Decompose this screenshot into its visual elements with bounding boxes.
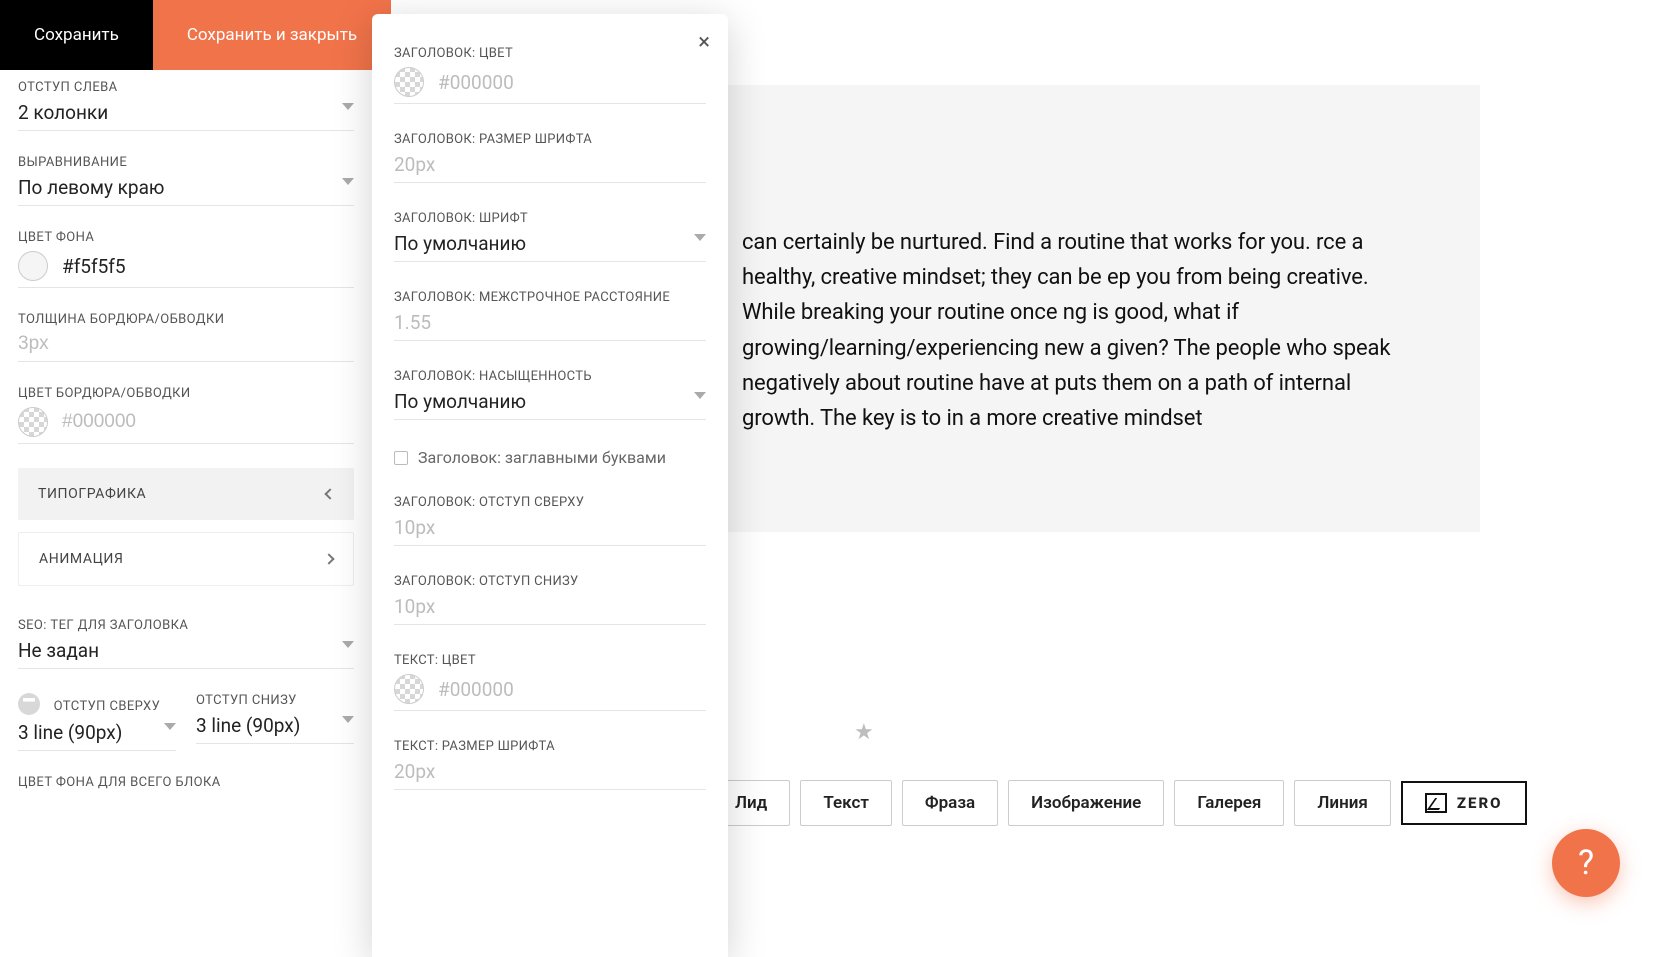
- text-color-input[interactable]: #000000: [394, 674, 706, 711]
- chevron-down-icon: [694, 392, 706, 399]
- chevron-down-icon: [342, 716, 354, 723]
- text-size-placeholder: 20px: [394, 760, 706, 783]
- title-font-label: ЗАГОЛОВОК: ШРИФТ: [394, 211, 706, 226]
- title-mb-input[interactable]: 10px: [394, 595, 706, 625]
- border-color-field[interactable]: [62, 411, 354, 433]
- title-color-label: ЗАГОЛОВОК: ЦВЕТ: [394, 46, 706, 61]
- seo-tag-label: SEO: ТЕГ ДЛЯ ЗАГОЛОВКА: [18, 618, 354, 633]
- title-mt-input[interactable]: 10px: [394, 516, 706, 546]
- add-zero-button[interactable]: ZERO: [1401, 781, 1527, 825]
- title-mt-label: ЗАГОЛОВОК: ОТСТУП СВЕРХУ: [394, 495, 706, 510]
- star-icon[interactable]: ★: [854, 720, 874, 745]
- element-toolbar: Лид Текст Фраза Изображение Галерея Лини…: [712, 780, 1527, 826]
- chevron-down-icon: [694, 234, 706, 241]
- border-color-input[interactable]: [18, 407, 354, 444]
- title-lh-input[interactable]: 1.55: [394, 311, 706, 341]
- text-color-label: ТЕКСТ: ЦВЕТ: [394, 653, 706, 668]
- border-width-field[interactable]: [18, 333, 354, 355]
- settings-sidebar: ОТСТУП СЛЕВА 2 колонки ВЫРАВНИВАНИЕ По л…: [0, 0, 372, 957]
- indent-left-label: ОТСТУП СЛЕВА: [18, 80, 354, 95]
- title-uppercase-checkbox[interactable]: Заголовок: заглавными буквами: [394, 448, 706, 467]
- title-size-label: ЗАГОЛОВОК: РАЗМЕР ШРИФТА: [394, 132, 706, 147]
- zero-label: ZERO: [1457, 794, 1503, 812]
- block-bg-label: ЦВЕТ ФОНА ДЛЯ ВСЕГО БЛОКА: [18, 775, 354, 790]
- indent-left-select[interactable]: 2 колонки: [18, 101, 354, 131]
- title-color-swatch-icon[interactable]: [394, 67, 424, 97]
- accordion-typography[interactable]: ТИПОГРАФИКА: [18, 468, 354, 520]
- help-button[interactable]: ?: [1552, 829, 1620, 897]
- add-phrase-button[interactable]: Фраза: [902, 780, 998, 826]
- padding-top-icon: [18, 693, 40, 715]
- title-size-placeholder: 20px: [394, 153, 706, 176]
- bg-color-swatch-icon[interactable]: [18, 251, 48, 281]
- title-color-placeholder: #000000: [438, 71, 706, 94]
- text-color-placeholder: #000000: [438, 678, 706, 701]
- title-mb-placeholder: 10px: [394, 595, 706, 618]
- text-size-input[interactable]: 20px: [394, 760, 706, 790]
- text-size-label: ТЕКСТ: РАЗМЕР ШРИФТА: [394, 739, 706, 754]
- title-size-input[interactable]: 20px: [394, 153, 706, 183]
- save-button[interactable]: Сохранить: [0, 0, 153, 70]
- align-select[interactable]: По левому краю: [18, 176, 354, 206]
- pad-bottom-select[interactable]: 3 line (90px): [196, 714, 354, 744]
- text-color-swatch-icon[interactable]: [394, 674, 424, 704]
- border-color-label: ЦВЕТ БОРДЮРА/ОБВОДКИ: [18, 386, 354, 401]
- add-text-button[interactable]: Текст: [800, 780, 892, 826]
- title-lh-label: ЗАГОЛОВОК: МЕЖСТРОЧНОЕ РАССТОЯНИЕ: [394, 290, 706, 305]
- add-image-button[interactable]: Изображение: [1008, 780, 1164, 826]
- accordion-animation[interactable]: АНИМАЦИЯ: [18, 532, 354, 586]
- chevron-down-icon: [164, 723, 176, 730]
- pad-top-label: ОТСТУП СВЕРХУ: [18, 693, 176, 715]
- zero-icon: [1425, 793, 1447, 813]
- title-uppercase-label: Заголовок: заглавными буквами: [418, 448, 666, 467]
- add-gallery-button[interactable]: Галерея: [1174, 780, 1284, 826]
- checkbox-icon: [394, 451, 408, 465]
- pad-bottom-label: ОТСТУП СНИЗУ: [196, 693, 354, 708]
- pad-bottom-value: 3 line (90px): [196, 714, 354, 737]
- accordion-typography-title: ТИПОГРАФИКА: [38, 486, 146, 502]
- seo-tag-value: Не задан: [18, 639, 354, 662]
- title-mt-placeholder: 10px: [394, 516, 706, 539]
- title-lh-placeholder: 1.55: [394, 311, 706, 334]
- border-width-label: ТОЛЩИНА БОРДЮРА/ОБВОДКИ: [18, 312, 354, 327]
- bg-color-input[interactable]: #f5f5f5: [18, 251, 354, 288]
- title-mb-label: ЗАГОЛОВОК: ОТСТУП СНИЗУ: [394, 574, 706, 589]
- chevron-down-icon: [342, 103, 354, 110]
- align-label: ВЫРАВНИВАНИЕ: [18, 155, 354, 170]
- align-value: По левому краю: [18, 176, 354, 199]
- accordion-animation-title: АНИМАЦИЯ: [39, 551, 124, 567]
- indent-left-value: 2 колонки: [18, 101, 354, 124]
- title-weight-value: По умолчанию: [394, 390, 706, 413]
- title-font-select[interactable]: По умолчанию: [394, 232, 706, 262]
- chevron-right-icon: [323, 553, 334, 564]
- chevron-left-icon: [324, 488, 335, 499]
- add-line-button[interactable]: Линия: [1294, 780, 1391, 826]
- title-weight-select[interactable]: По умолчанию: [394, 390, 706, 420]
- border-width-input[interactable]: [18, 333, 354, 362]
- pad-top-select[interactable]: 3 line (90px): [18, 721, 176, 751]
- bg-color-value: #f5f5f5: [62, 255, 354, 278]
- typography-popup: × ЗАГОЛОВОК: ЦВЕТ #000000 ЗАГОЛОВОК: РАЗ…: [372, 14, 728, 957]
- chevron-down-icon: [342, 178, 354, 185]
- bg-color-label: ЦВЕТ ФОНА: [18, 230, 354, 245]
- pad-top-value: 3 line (90px): [18, 721, 176, 744]
- border-color-swatch-icon[interactable]: [18, 407, 48, 437]
- save-close-button[interactable]: Сохранить и закрыть: [153, 0, 391, 70]
- chevron-down-icon: [342, 641, 354, 648]
- seo-tag-select[interactable]: Не задан: [18, 639, 354, 669]
- title-weight-label: ЗАГОЛОВОК: НАСЫЩЕННОСТЬ: [394, 369, 706, 384]
- title-color-input[interactable]: #000000: [394, 67, 706, 104]
- close-icon[interactable]: ×: [698, 32, 710, 54]
- title-font-value: По умолчанию: [394, 232, 706, 255]
